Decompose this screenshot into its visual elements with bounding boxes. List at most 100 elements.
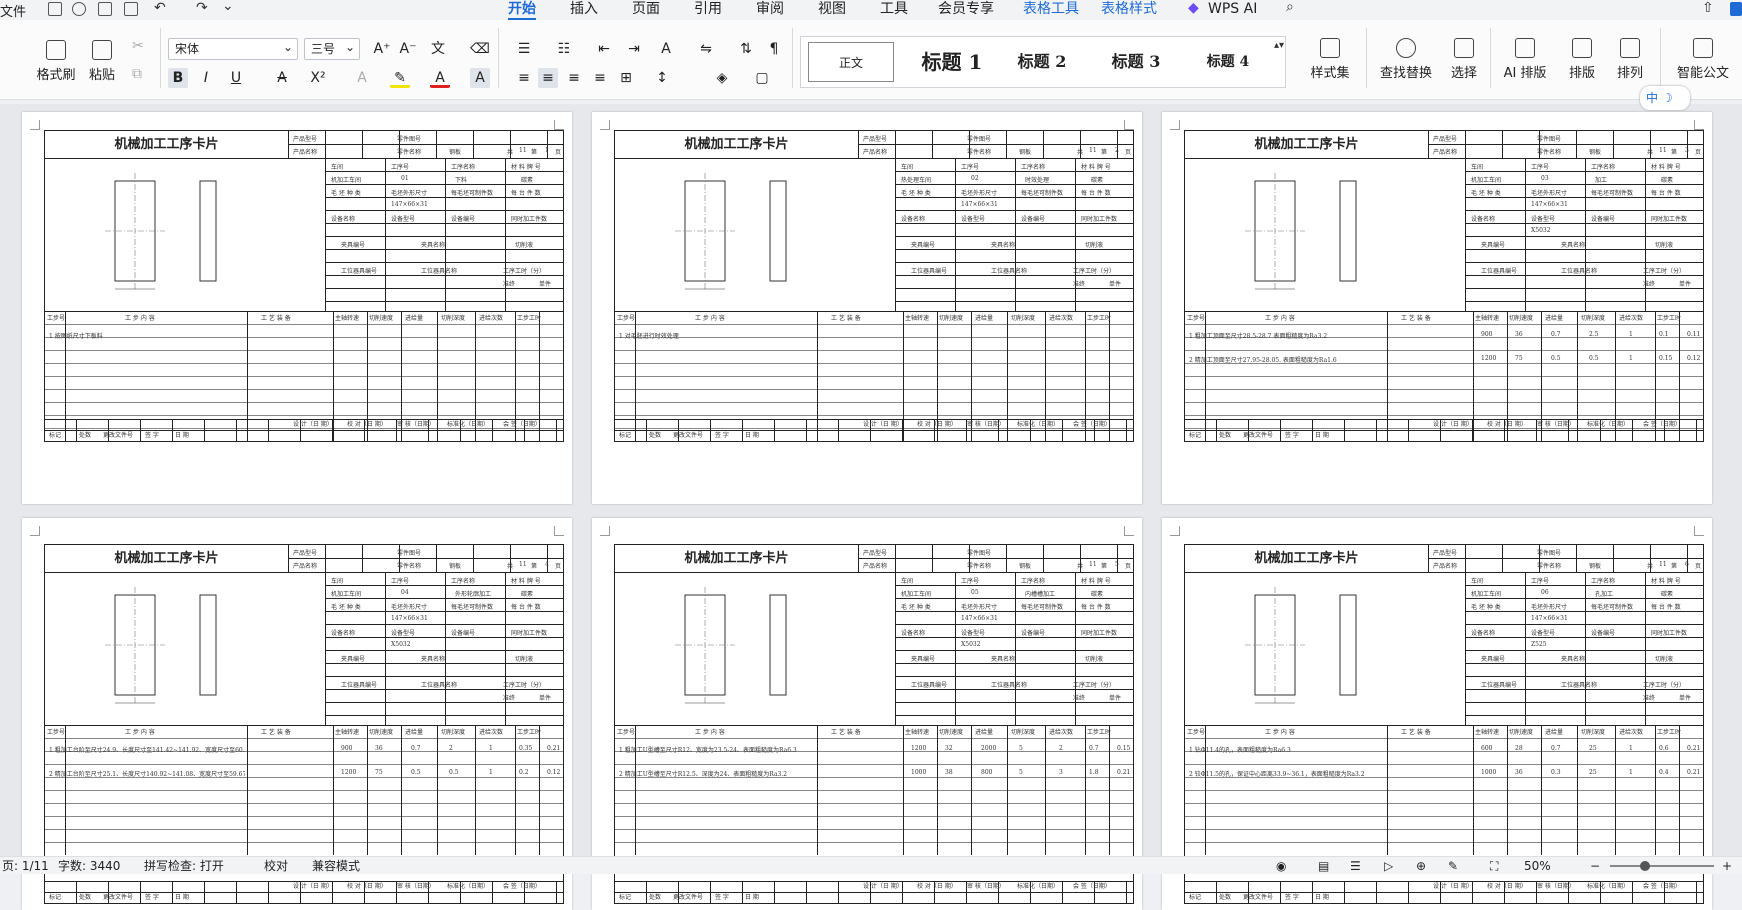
share-icon[interactable] (72, 2, 86, 16)
justify-icon[interactable]: ≡ (590, 68, 610, 88)
undo-icon[interactable]: ↶ (154, 0, 166, 16)
align-right-icon[interactable]: ≡ (564, 68, 584, 88)
zoom-in-button[interactable]: + (1722, 857, 1732, 875)
web-view-icon[interactable]: ⊕ (1416, 857, 1426, 875)
numbering-icon[interactable]: ☷ (554, 39, 574, 59)
process-card-table[interactable]: 机械加工工序卡片 产品型号 零件图号 产品名称 零件名称 钢板 共 11 第 5… (614, 544, 1134, 904)
format-painter-button[interactable]: 格式刷 (36, 40, 76, 83)
document-page[interactable]: 机械加工工序卡片 产品型号 零件图号 产品名称 零件名称 钢板 共 11 第 6… (1162, 518, 1712, 910)
redo-icon[interactable]: ↷ (196, 0, 208, 16)
convert-icon[interactable]: ⇋ (696, 39, 716, 59)
font-size-select[interactable]: 三号 (304, 37, 360, 60)
process-card-table[interactable]: 机械加工工序卡片 产品型号 零件图号 产品名称 零件名称 钢板 共 11 第 4… (44, 544, 564, 904)
document-canvas[interactable]: 机械加工工序卡片 产品型号 零件图号 产品名称 零件名称 钢板 共 11 第 1… (0, 86, 1742, 910)
zoom-slider[interactable] (1610, 865, 1714, 867)
word-count[interactable]: 字数: 3440 (58, 857, 120, 875)
eye-protect-icon[interactable]: ◉ (1276, 857, 1286, 875)
text-effect-button[interactable]: A (352, 68, 372, 88)
highlight-button[interactable]: ✎ (390, 68, 410, 88)
text-direction-icon[interactable]: A (656, 39, 676, 59)
page-indicator[interactable]: 页: 1/11 (2, 857, 49, 875)
underline-button[interactable]: U (226, 68, 246, 88)
style-heading-4[interactable]: 标题 4 (1186, 42, 1270, 82)
spell-check-toggle[interactable]: 拼写检查: 打开 (144, 857, 224, 875)
layout-button[interactable]: 排版 (1562, 38, 1602, 81)
ai-layout-button[interactable]: AI 排版 (1500, 38, 1550, 81)
cut-icon[interactable]: ✂ (132, 38, 144, 54)
tab-review[interactable]: 审阅 (756, 0, 784, 18)
align-left-icon[interactable]: ≡ (514, 68, 534, 88)
pen-icon[interactable]: ✎ (1448, 857, 1458, 875)
play-icon[interactable]: ▷ (1384, 857, 1393, 875)
cloud-sync-icon[interactable]: ⇧ (1702, 0, 1714, 16)
fit-icon[interactable]: ⛶ (1490, 857, 1498, 875)
sort-icon[interactable]: ⇅ (736, 39, 756, 59)
arrange-button[interactable]: 排列 (1610, 38, 1650, 81)
document-page[interactable]: 机械加工工序卡片 产品型号 零件图号 产品名称 零件名称 钢板 共 11 第 4… (22, 518, 572, 910)
decrease-indent-icon[interactable]: ⇤ (594, 39, 614, 59)
quick-access-more-icon[interactable]: ⌄ (222, 0, 234, 14)
char-shading-button[interactable]: A (470, 68, 490, 88)
tab-home[interactable]: 开始 (508, 0, 536, 20)
shrink-font-icon[interactable]: A⁻ (398, 39, 418, 59)
tab-insert[interactable]: 插入 (570, 0, 598, 18)
italic-button[interactable]: I (196, 68, 216, 88)
tab-table-style[interactable]: 表格样式 (1101, 0, 1157, 18)
document-page[interactable]: 机械加工工序卡片 产品型号 零件图号 产品名称 零件名称 钢板 共 11 第 1… (22, 112, 572, 504)
zoom-level[interactable]: 50% (1524, 857, 1551, 875)
tab-wps-ai[interactable]: WPS AI (1208, 0, 1257, 18)
strikethrough-button[interactable]: A (272, 68, 292, 88)
outline-view-icon[interactable]: ☰ (1350, 857, 1361, 875)
style-normal[interactable]: 正文 (808, 42, 894, 82)
select-button[interactable]: 选择 (1444, 38, 1484, 81)
process-card-table[interactable]: 机械加工工序卡片 产品型号 零件图号 产品名称 零件名称 钢板 共 11 第 1… (44, 130, 564, 442)
increase-indent-icon[interactable]: ⇥ (624, 39, 644, 59)
pinyin-icon[interactable]: 文 (428, 39, 448, 59)
paste-button[interactable]: 粘贴 (82, 40, 122, 83)
show-marks-icon[interactable]: ¶ (764, 39, 784, 59)
print-icon[interactable] (98, 2, 112, 16)
print-preview-icon[interactable] (124, 2, 138, 16)
tab-table-tools[interactable]: 表格工具 (1023, 0, 1079, 18)
tab-references[interactable]: 引用 (694, 0, 722, 18)
borders-icon[interactable]: ▢ (752, 68, 772, 88)
distribute-icon[interactable]: ⊞ (616, 68, 636, 88)
document-page[interactable]: 机械加工工序卡片 产品型号 零件图号 产品名称 零件名称 钢板 共 11 第 2… (592, 112, 1142, 504)
search-icon[interactable]: ⌕ (1286, 0, 1294, 15)
bold-button[interactable]: B (168, 68, 188, 88)
tab-view[interactable]: 视图 (818, 0, 846, 18)
copy-icon[interactable]: ⧉ (132, 66, 142, 82)
account-icon[interactable] (1730, 2, 1742, 16)
clear-format-icon[interactable]: ⌫ (470, 39, 490, 59)
gallery-scroll-icon[interactable]: ▴▾ (1274, 40, 1284, 51)
superscript-button[interactable]: X² (308, 68, 328, 88)
process-card-table[interactable]: 机械加工工序卡片 产品型号 零件图号 产品名称 零件名称 钢板 共 11 第 6… (1184, 544, 1704, 904)
tab-membership[interactable]: 会员专享 (938, 0, 994, 18)
style-set-button[interactable]: 样式集 (1298, 38, 1362, 81)
bullets-icon[interactable]: ☰ (514, 39, 534, 59)
ime-toolbar[interactable]: 中 ☽ (1640, 86, 1690, 110)
process-card-table[interactable]: 机械加工工序卡片 产品型号 零件图号 产品名称 零件名称 钢板 共 11 第 3… (1184, 130, 1704, 442)
file-menu[interactable]: 文件 (0, 1, 26, 20)
font-name-select[interactable]: 宋体 (168, 37, 298, 60)
style-heading-2[interactable]: 标题 2 (1000, 42, 1084, 82)
zoom-slider-thumb[interactable] (1640, 861, 1650, 871)
align-center-icon[interactable]: ≡ (538, 68, 558, 88)
smart-doc-button[interactable]: 智能公文 (1672, 38, 1734, 81)
line-spacing-icon[interactable]: ↕ (652, 68, 672, 88)
proofread-button[interactable]: 校对 (264, 857, 288, 875)
tab-page[interactable]: 页面 (632, 0, 660, 18)
process-card-table[interactable]: 机械加工工序卡片 产品型号 零件图号 产品名称 零件名称 钢板 共 11 第 2… (614, 130, 1134, 442)
find-replace-button[interactable]: 查找替换 (1374, 38, 1438, 81)
tab-tools[interactable]: 工具 (880, 0, 908, 18)
grow-font-icon[interactable]: A⁺ (372, 39, 392, 59)
style-heading-1[interactable]: 标题 1 (904, 42, 1000, 82)
document-page[interactable]: 机械加工工序卡片 产品型号 零件图号 产品名称 零件名称 钢板 共 11 第 3… (1162, 112, 1712, 504)
zoom-out-button[interactable]: − (1590, 857, 1600, 875)
page-view-icon[interactable]: ▤ (1318, 857, 1329, 875)
shading-icon[interactable]: ◈ (712, 68, 732, 88)
document-page[interactable]: 机械加工工序卡片 产品型号 零件图号 产品名称 零件名称 钢板 共 11 第 5… (592, 518, 1142, 910)
font-color-button[interactable]: A (430, 68, 450, 88)
style-heading-3[interactable]: 标题 3 (1094, 42, 1178, 82)
save-icon[interactable] (48, 2, 62, 16)
